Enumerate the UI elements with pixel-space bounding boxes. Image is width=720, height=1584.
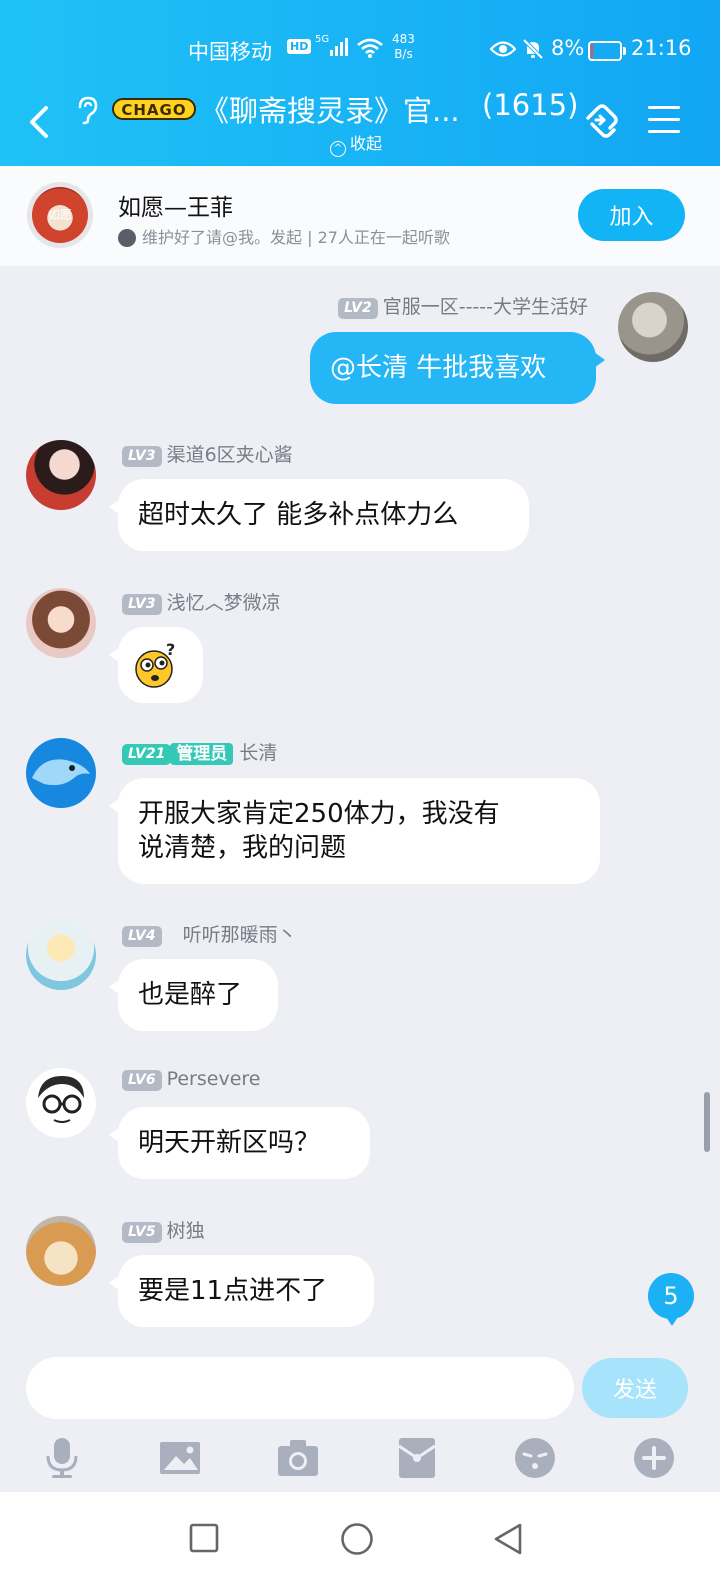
camera-icon[interactable] xyxy=(276,1436,320,1480)
clock: 21:16 xyxy=(631,36,692,60)
avatar[interactable] xyxy=(26,440,96,510)
sender-name[interactable]: 树独 xyxy=(167,1220,205,1242)
game-logo: CHAGO xyxy=(112,98,196,120)
level-badge: LV5 xyxy=(122,1222,162,1243)
net-speed: 483 B/s xyxy=(392,32,415,61)
back-arrow-icon[interactable] xyxy=(26,104,50,140)
message-bubble[interactable]: 要是11点进不了 xyxy=(109,1255,374,1327)
image-icon[interactable] xyxy=(158,1436,202,1480)
svg-text:?: ? xyxy=(166,641,175,659)
home-icon[interactable] xyxy=(340,1522,374,1556)
sender-name[interactable]: 浅忆︿梦微凉 xyxy=(167,592,281,614)
group-title[interactable]: 《聊斋搜灵录》官... xyxy=(200,88,460,130)
level-badge: LV3 xyxy=(122,446,162,467)
collapse-toggle[interactable]: ^ 收起 xyxy=(330,130,382,157)
avatar[interactable] xyxy=(26,920,96,990)
hd-badge: HD xyxy=(287,39,312,54)
status-bar: 中国移动 HD 5G 483 B/s 8% 21:16 xyxy=(0,26,720,76)
song-title: 如愿—王菲 xyxy=(118,195,233,221)
dolphin-avatar-icon xyxy=(32,759,90,786)
scrollbar[interactable] xyxy=(704,1092,710,1152)
avatar[interactable] xyxy=(26,1216,96,1286)
sender-name[interactable]: 听听那暖雨丶 xyxy=(183,924,297,946)
network-type: 5G xyxy=(315,34,330,45)
avatar[interactable] xyxy=(26,1068,96,1138)
system-navigation xyxy=(0,1492,720,1584)
album-disc[interactable]: 如愿 xyxy=(27,182,93,248)
message-bubble[interactable]: 超时太久了 能多补点体力么 xyxy=(109,479,529,551)
sender-name[interactable]: 渠道6区夹心酱 xyxy=(167,444,293,466)
avatar[interactable] xyxy=(618,292,688,362)
share-link-icon[interactable] xyxy=(580,100,622,142)
input-bar: 发送 xyxy=(0,1340,720,1492)
recents-icon[interactable] xyxy=(188,1522,220,1554)
message-bubble[interactable]: 明天开新区吗？ xyxy=(109,1107,370,1179)
new-messages-badge[interactable]: 5 xyxy=(648,1273,694,1326)
initiator-avatar xyxy=(118,229,136,247)
menu-icon[interactable] xyxy=(648,106,680,142)
toolbar xyxy=(0,1436,720,1486)
message-bubble[interactable]: ? xyxy=(109,627,203,703)
listen-together-bar: 如愿 如愿—王菲 维护好了请@我。发起 | 27人正在一起听歌 加入 xyxy=(0,166,720,266)
eye-comfort-icon xyxy=(490,41,516,57)
avatar[interactable] xyxy=(26,588,96,658)
carrier-label: 中国移动 xyxy=(188,40,272,64)
confused-emoji-icon: ? xyxy=(135,640,175,688)
listen-ear-icon[interactable] xyxy=(74,95,100,132)
microphone-icon[interactable] xyxy=(40,1436,84,1480)
glasses-avatar-icon xyxy=(38,1076,84,1123)
battery-icon xyxy=(588,41,626,61)
avatar[interactable] xyxy=(26,738,96,808)
level-badge: LV21 xyxy=(122,744,172,765)
admin-badge: 管理员 xyxy=(170,743,234,765)
message-bubble[interactable]: 也是醉了 xyxy=(109,959,278,1031)
signal-icon xyxy=(330,38,348,56)
level-badge: LV2 xyxy=(338,298,378,319)
plus-icon[interactable] xyxy=(632,1436,676,1480)
group-header: 中国移动 HD 5G 483 B/s 8% 21:16 CHAGO 《聊斋搜灵录… xyxy=(0,0,720,166)
sender-name[interactable]: Persevere xyxy=(167,1068,261,1090)
listen-info: 维护好了请@我。发起 | 27人正在一起听歌 xyxy=(118,224,450,248)
emoji-icon[interactable] xyxy=(513,1436,557,1480)
sender-name[interactable]: 官服一区-----大学生活好 xyxy=(383,296,588,318)
battery-percent: 8% xyxy=(551,36,585,60)
mute-bell-icon xyxy=(522,38,544,60)
join-button[interactable]: 加入 xyxy=(578,189,685,241)
message-bubble[interactable]: 开服大家肯定250体力，我没有 说清楚，我的问题 xyxy=(109,778,600,884)
chevron-up-icon: ^ xyxy=(330,141,346,157)
group-nav: CHAGO 《聊斋搜灵录》官... (1615) ^ 收起 xyxy=(0,88,720,158)
message-bubble[interactable]: @长清 牛批我喜欢 xyxy=(310,332,605,404)
wifi-icon xyxy=(357,38,383,58)
level-badge: LV4 xyxy=(122,926,162,947)
level-badge: LV6 xyxy=(122,1070,162,1091)
red-packet-icon[interactable] xyxy=(395,1436,439,1480)
level-badge: LV3 xyxy=(122,594,162,615)
sender-name[interactable]: 长清 xyxy=(239,742,277,764)
back-triangle-icon[interactable] xyxy=(492,1522,524,1556)
message-input[interactable] xyxy=(26,1357,574,1419)
send-button[interactable]: 发送 xyxy=(582,1358,688,1418)
member-count: (1615) xyxy=(482,88,579,122)
